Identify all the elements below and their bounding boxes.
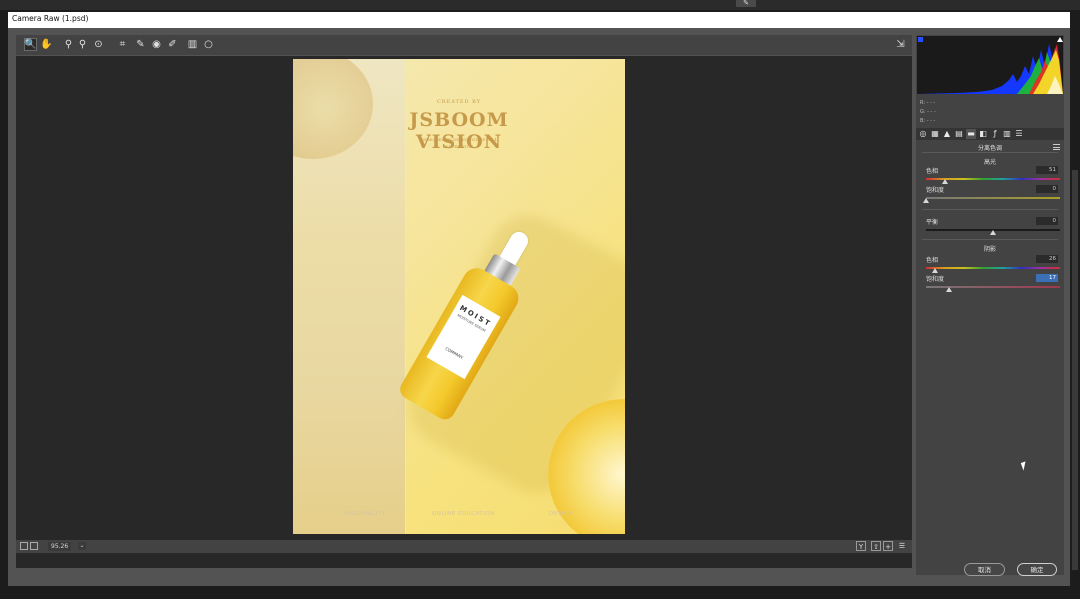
split-toning-tab-icon[interactable]: ▬	[966, 129, 976, 139]
targeted-adjustment-tool-icon[interactable]: ⊙	[92, 38, 105, 51]
detail-tab-icon[interactable]: ▲	[942, 129, 952, 139]
adjustment-brush-tool-icon[interactable]: ✐	[166, 38, 179, 51]
pin-icon[interactable]: ✎	[736, 0, 756, 7]
tone-curve-tab-icon[interactable]: ▦	[930, 129, 940, 139]
section-title: 分离色调	[977, 145, 1002, 152]
divider	[922, 209, 1058, 210]
basic-tab-icon[interactable]: ◎	[918, 129, 928, 139]
white-balance-tool-icon[interactable]: ⚲	[62, 38, 75, 51]
r-label: R:	[920, 100, 926, 106]
r-value: - - -	[926, 100, 936, 106]
open-preferences-icon[interactable]: ⇲	[894, 38, 907, 51]
histogram	[917, 36, 1063, 94]
created-by-text: CREATED BY	[436, 99, 482, 105]
bottom-bar: 95.26 ⌄ Y ⇧ + ☰	[16, 540, 912, 553]
label-company: COMPANY	[444, 345, 465, 361]
rgb-readout: R: - - - G: - - - B: - - -	[920, 99, 960, 126]
lens-tab-icon[interactable]: ◧	[978, 129, 988, 139]
scrollbar[interactable]	[1072, 170, 1078, 570]
preview-prefs-icon[interactable]: ☰	[897, 541, 907, 551]
toolbar: 🔍 ✋ ⚲ ⚲ ⊙ ⌗ ✎ ◉ ✐ ▥ ○ ⇲	[16, 35, 912, 55]
presets-tab-icon[interactable]: ☰	[1014, 129, 1024, 139]
sh-sat-value[interactable]: 17	[1036, 274, 1058, 282]
window-title: Camera Raw (1.psd)	[12, 14, 89, 23]
preview-image: CREATED BY JSBOOM VISION SPREADED BY DES…	[293, 59, 625, 534]
hl-sat-label: 饱和度	[926, 187, 945, 194]
sh-sat-label: 饱和度	[926, 276, 945, 283]
g-label: G:	[920, 109, 926, 115]
before-after-icon[interactable]: Y	[856, 541, 866, 551]
top-strip: ✎	[0, 0, 1080, 10]
footer-text-2: ONLINE EDUCATION	[432, 511, 495, 517]
graduated-filter-tool-icon[interactable]: ▥	[186, 38, 199, 51]
right-panel: R: - - - G: - - - B: - - - ◎ ▦ ▲ ▤ ▬ ◧ ƒ…	[916, 35, 1064, 575]
hl-hue-value[interactable]: 51	[1036, 166, 1058, 174]
balance-value[interactable]: 0	[1036, 217, 1058, 225]
radial-filter-tool-icon[interactable]: ○	[202, 38, 215, 51]
ok-button[interactable]: 确定	[1017, 563, 1057, 576]
zoom-level[interactable]: 95.26	[48, 542, 72, 551]
hl-sat-value[interactable]: 0	[1036, 185, 1058, 193]
divider	[922, 239, 1058, 240]
b-value: - - -	[926, 118, 936, 124]
calibration-tab-icon[interactable]: ▥	[1002, 129, 1012, 139]
footer-text-3: DESIGN	[549, 511, 574, 517]
hsl-tab-icon[interactable]: ▤	[954, 129, 964, 139]
red-eye-tool-icon[interactable]: ◉	[150, 38, 163, 51]
effects-tab-icon[interactable]: ƒ	[990, 129, 1000, 139]
shadows-title: 阴影	[983, 246, 996, 253]
tagline-text: SPREADED BY DESIGN SINCE 2014	[421, 137, 497, 142]
balance-label: 平衡	[926, 219, 939, 226]
zoom-dropdown-icon[interactable]: ⌄	[78, 542, 86, 550]
highlight-clipping-icon[interactable]	[1057, 37, 1063, 42]
title-bar: Camera Raw (1.psd)	[8, 12, 1070, 28]
spot-removal-tool-icon[interactable]: ✎	[134, 38, 147, 51]
crop-tool-icon[interactable]: ⌗	[116, 38, 129, 51]
shadow-clipping-icon[interactable]	[918, 37, 923, 42]
sh-hue-label: 色相	[926, 257, 939, 264]
panel-menu-icon[interactable]	[1053, 144, 1060, 150]
motto-text: NEVER STOP	[445, 144, 473, 149]
sh-hue-value[interactable]: 26	[1036, 255, 1058, 263]
hl-sat-slider[interactable]	[926, 197, 1060, 199]
cancel-button[interactable]: 取消	[964, 563, 1005, 576]
divider	[922, 152, 1058, 153]
zoom-out-icon[interactable]	[20, 542, 28, 550]
hl-sat-thumb[interactable]	[923, 198, 929, 203]
hl-hue-thumb[interactable]	[941, 179, 948, 184]
color-sampler-tool-icon[interactable]: ⚲	[76, 38, 89, 51]
b-label: B:	[920, 118, 926, 124]
balance-thumb[interactable]	[990, 230, 996, 235]
hand-tool-icon[interactable]: ✋	[40, 38, 53, 51]
sh-sat-thumb[interactable]	[945, 287, 952, 292]
hl-hue-label: 色相	[926, 168, 939, 175]
swap-settings-icon[interactable]: ⇧	[871, 541, 881, 551]
camera-raw-window: 🔍 ✋ ⚲ ⚲ ⊙ ⌗ ✎ ◉ ✐ ▥ ○ ⇲ 95.26 ⌄ Y ⇧ + ☰ CREATED BY …	[8, 28, 1070, 586]
footer-text-1: ORIGINALITY	[345, 511, 386, 517]
sh-hue-slider[interactable]	[926, 267, 1060, 269]
zoom-tool-icon[interactable]: 🔍	[24, 38, 37, 51]
highlights-title: 高光	[983, 159, 996, 166]
g-value: - - -	[927, 109, 936, 115]
panel-tabs: ◎ ▦ ▲ ▤ ▬ ◧ ƒ ▥ ☰	[916, 128, 1064, 140]
zoom-in-icon[interactable]	[30, 542, 38, 550]
histogram-graph	[917, 37, 1063, 94]
copy-settings-icon[interactable]: +	[883, 541, 893, 551]
sh-hue-thumb[interactable]	[932, 268, 939, 273]
